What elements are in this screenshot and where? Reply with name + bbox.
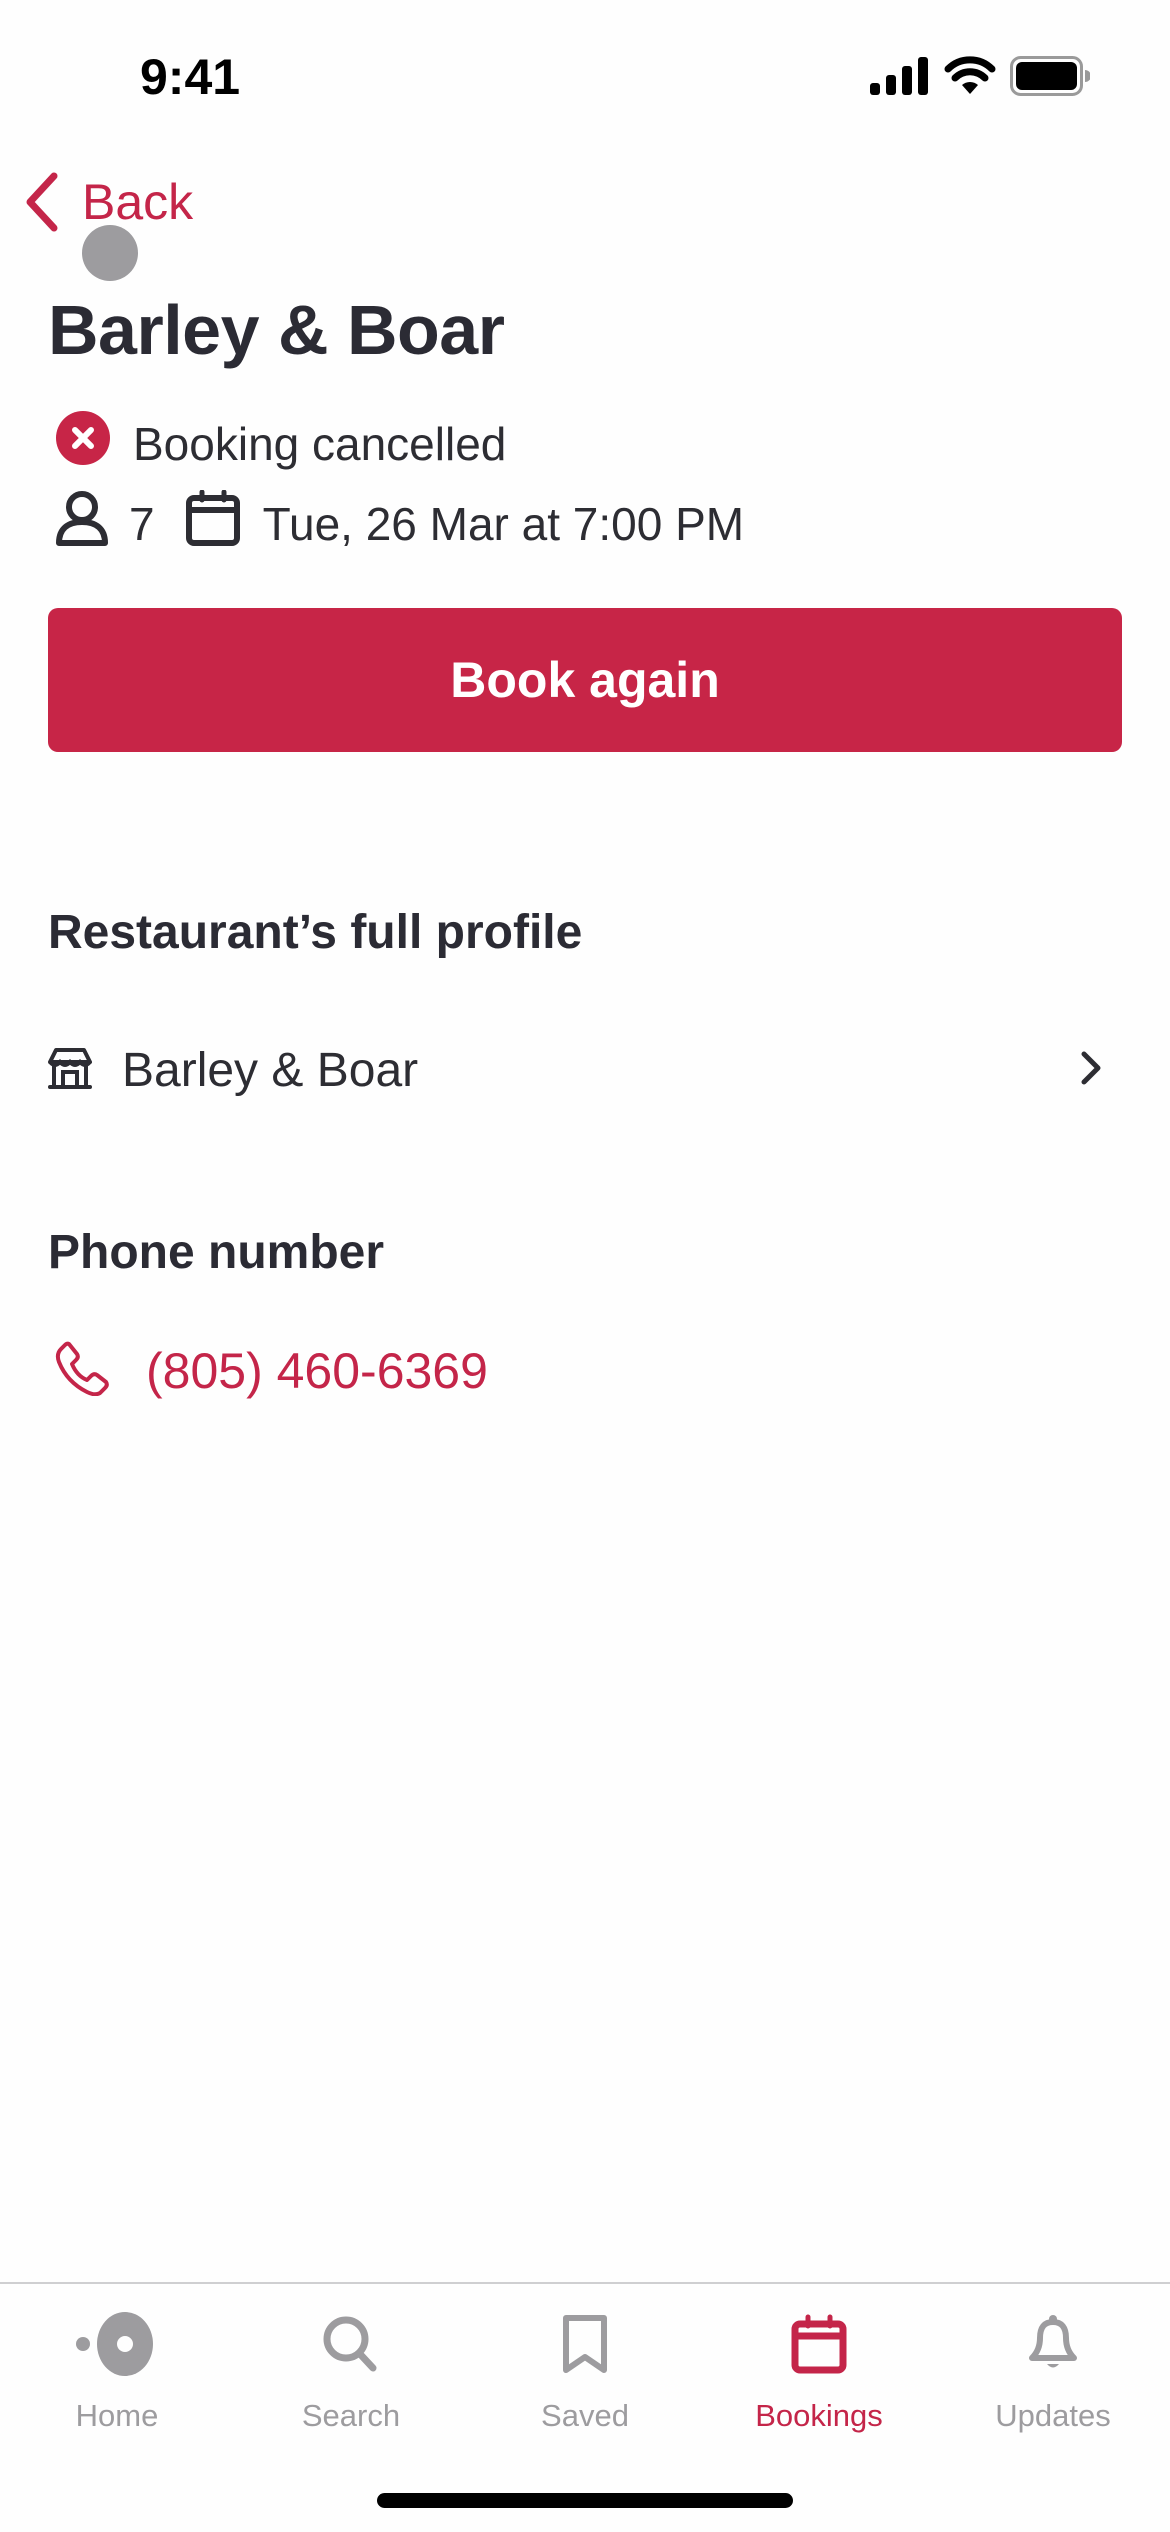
person-icon	[55, 490, 109, 557]
phone-section-heading: Phone number	[48, 1226, 385, 1279]
booking-status: Booking cancelled	[55, 410, 506, 477]
back-button[interactable]: Back	[22, 172, 193, 232]
chevron-right-icon	[1080, 1050, 1104, 1091]
restaurant-title: Barley & Boar	[48, 291, 505, 369]
home-icon	[75, 2310, 159, 2378]
tab-home-label: Home	[75, 2398, 159, 2433]
booking-datetime: Tue, 26 Mar at 7:00 PM	[262, 497, 745, 550]
back-label: Back	[82, 174, 194, 230]
book-again-button[interactable]: Book again	[48, 608, 1122, 752]
status-time: 9:41	[140, 49, 241, 105]
battery-icon	[1010, 56, 1091, 101]
bookmark-icon	[561, 2310, 609, 2378]
status-bar: 9:41	[0, 0, 1170, 150]
tab-updates-label: Updates	[995, 2398, 1111, 2433]
tab-search-label: Search	[301, 2398, 401, 2433]
phone-icon	[55, 1340, 111, 1401]
profile-section-heading: Restaurant’s full profile	[48, 906, 583, 959]
booking-detail-screen: 9:41 Back Barley & Boar Booking cancelle…	[0, 0, 1170, 2532]
cellular-signal-icon	[870, 57, 930, 100]
booking-meta: 7 Tue, 26 Mar at 7:00 PM	[55, 489, 745, 557]
booking-status-text: Booking cancelled	[133, 417, 507, 470]
storefront-icon	[48, 1046, 92, 1095]
tab-updates[interactable]: Updates	[936, 2284, 1170, 2434]
calendar-icon	[185, 489, 241, 557]
chevron-left-icon	[26, 172, 58, 232]
home-indicator[interactable]	[377, 2493, 793, 2508]
touch-indicator	[82, 225, 138, 281]
tab-saved[interactable]: Saved	[468, 2284, 702, 2434]
tab-saved-label: Saved	[541, 2398, 629, 2433]
bell-icon	[1028, 2310, 1078, 2378]
status-icons	[870, 56, 1091, 101]
calendar-icon	[791, 2310, 847, 2378]
tab-search[interactable]: Search	[234, 2284, 468, 2434]
x-circle-icon	[55, 410, 111, 477]
restaurant-profile-link[interactable]: Barley & Boar	[48, 1035, 1122, 1105]
tab-bookings-label: Bookings	[755, 2398, 883, 2433]
phone-link[interactable]: (805) 460-6369	[55, 1340, 488, 1401]
restaurant-profile-name: Barley & Boar	[122, 1043, 419, 1097]
tab-home[interactable]: Home	[0, 2284, 234, 2434]
tab-bookings[interactable]: Bookings	[702, 2284, 936, 2434]
search-icon	[321, 2310, 381, 2378]
phone-number: (805) 460-6369	[146, 1342, 488, 1399]
guest-count: 7	[129, 497, 155, 550]
wifi-icon	[944, 56, 996, 101]
